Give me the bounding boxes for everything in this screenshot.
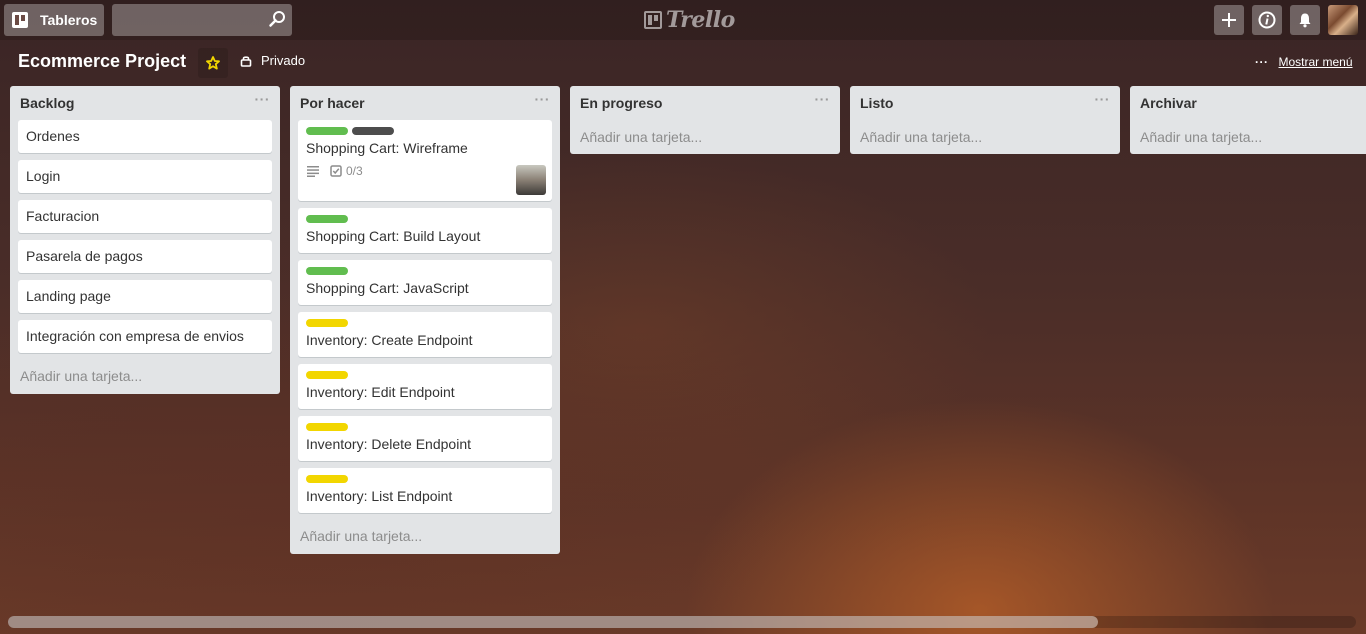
board-title[interactable]: Ecommerce Project — [18, 51, 186, 72]
card-labels — [306, 267, 544, 275]
label-green — [306, 215, 348, 223]
card[interactable]: Shopping Cart: Build Layout — [298, 208, 552, 253]
user-avatar[interactable] — [1328, 5, 1358, 35]
trello-logo-icon — [644, 11, 662, 29]
card[interactable]: Inventory: List Endpoint — [298, 468, 552, 513]
card-title: Integración con empresa de envios — [26, 328, 244, 344]
list-header: Por hacer ··· — [290, 86, 560, 120]
label-yellow — [306, 371, 348, 379]
label-dark — [352, 127, 394, 135]
info-icon — [1258, 11, 1276, 29]
list-menu-icon[interactable]: ··· — [1095, 91, 1111, 107]
checklist-icon — [330, 165, 342, 177]
list-menu-icon[interactable]: ··· — [815, 91, 831, 107]
list-header: En progreso ··· — [570, 86, 840, 120]
card-title: Inventory: Delete Endpoint — [306, 436, 471, 452]
card-title: Inventory: Edit Endpoint — [306, 384, 455, 400]
search-input[interactable] — [112, 4, 292, 36]
label-green — [306, 127, 348, 135]
more-dots-icon: ··· — [1255, 55, 1269, 69]
add-card-link[interactable]: Añadir una tarjeta... — [1130, 120, 1366, 154]
bell-icon — [1299, 13, 1311, 28]
label-yellow — [306, 319, 348, 327]
boards-icon — [12, 12, 28, 28]
card-labels — [306, 319, 544, 327]
list-menu-icon[interactable]: ··· — [535, 91, 551, 107]
member-avatar[interactable] — [516, 165, 546, 195]
card-title: Shopping Cart: Build Layout — [306, 228, 481, 244]
list-title[interactable]: Archivar — [1140, 95, 1197, 111]
plus-icon — [1222, 13, 1236, 27]
checklist-count: 0/3 — [346, 164, 363, 178]
list-archivar: Archivar Añadir una tarjeta... — [1130, 86, 1366, 154]
card[interactable]: Landing page — [18, 280, 272, 313]
card[interactable]: Inventory: Create Endpoint — [298, 312, 552, 357]
add-card-link[interactable]: Añadir una tarjeta... — [290, 520, 560, 554]
list-en-progreso: En progreso ··· Añadir una tarjeta... — [570, 86, 840, 154]
label-yellow — [306, 423, 348, 431]
list-listo: Listo ··· Añadir una tarjeta... — [850, 86, 1120, 154]
card-labels — [306, 127, 544, 135]
card-title: Pasarela de pagos — [26, 248, 143, 264]
visibility-label: Privado — [261, 53, 306, 68]
label-green — [306, 267, 348, 275]
star-icon — [206, 56, 220, 70]
trello-logo-text: Trello — [666, 7, 735, 33]
search-icon[interactable] — [268, 10, 286, 28]
list-menu-icon[interactable]: ··· — [255, 91, 271, 107]
lock-icon — [240, 55, 252, 67]
card[interactable]: Shopping Cart: Wireframe 0/3 — [298, 120, 552, 201]
list-backlog: Backlog ··· Ordenes Login Facturacion Pa… — [10, 86, 280, 394]
card[interactable]: Ordenes — [18, 120, 272, 153]
list-header: Archivar — [1130, 86, 1366, 120]
card[interactable]: Integración con empresa de envios — [18, 320, 272, 353]
card[interactable]: Pasarela de pagos — [18, 240, 272, 273]
list-title[interactable]: Por hacer — [300, 95, 365, 111]
card-title: Facturacion — [26, 208, 100, 224]
card-title: Login — [26, 168, 61, 184]
info-button[interactable] — [1252, 5, 1282, 35]
card-list: Shopping Cart: Wireframe 0/3 Shopping Ca… — [290, 120, 560, 513]
card-badges: 0/3 — [306, 163, 544, 179]
card-title: Landing page — [26, 288, 111, 304]
card[interactable]: Inventory: Edit Endpoint — [298, 364, 552, 409]
boards-button[interactable]: Tableros — [4, 4, 104, 36]
card-title: Inventory: List Endpoint — [306, 488, 453, 504]
notifications-button[interactable] — [1290, 5, 1320, 35]
horizontal-scrollbar-thumb[interactable] — [8, 616, 1098, 628]
checklist-badge: 0/3 — [330, 164, 363, 178]
show-menu-link[interactable]: ··· Mostrar menú — [1255, 55, 1353, 69]
list-header: Listo ··· — [850, 86, 1120, 120]
card-labels — [306, 371, 544, 379]
add-button[interactable] — [1214, 5, 1244, 35]
card[interactable]: Facturacion — [18, 200, 272, 233]
list-por-hacer: Por hacer ··· Shopping Cart: Wireframe 0… — [290, 86, 560, 554]
show-menu-label: Mostrar menú — [1278, 55, 1353, 69]
boards-label: Tableros — [40, 12, 98, 28]
visibility-button[interactable]: Privado — [240, 53, 305, 68]
card-labels — [306, 215, 544, 223]
card-labels — [306, 423, 544, 431]
list-title[interactable]: Backlog — [20, 95, 74, 111]
card-title: Shopping Cart: JavaScript — [306, 280, 469, 296]
label-yellow — [306, 475, 348, 483]
add-card-link[interactable]: Añadir una tarjeta... — [570, 120, 840, 154]
description-icon — [307, 166, 319, 177]
card-labels — [306, 475, 544, 483]
card[interactable]: Shopping Cart: JavaScript — [298, 260, 552, 305]
list-header: Backlog ··· — [10, 86, 280, 120]
card-title: Shopping Cart: Wireframe — [306, 140, 468, 156]
add-card-link[interactable]: Añadir una tarjeta... — [10, 360, 280, 394]
card-list: Ordenes Login Facturacion Pasarela de pa… — [10, 120, 280, 353]
card[interactable]: Inventory: Delete Endpoint — [298, 416, 552, 461]
trello-logo[interactable]: Trello — [644, 7, 735, 33]
card[interactable]: Login — [18, 160, 272, 193]
card-title: Ordenes — [26, 128, 80, 144]
list-title[interactable]: En progreso — [580, 95, 662, 111]
add-card-link[interactable]: Añadir una tarjeta... — [850, 120, 1120, 154]
list-title[interactable]: Listo — [860, 95, 893, 111]
card-title: Inventory: Create Endpoint — [306, 332, 473, 348]
star-button[interactable] — [198, 48, 228, 78]
top-header: Tableros Trello — [0, 0, 1366, 40]
